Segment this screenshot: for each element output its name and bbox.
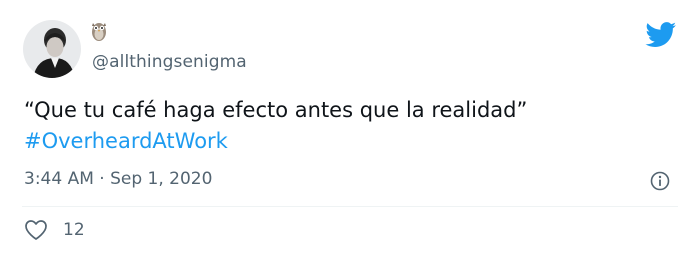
tweet-time: 3:44 AM [24,169,94,189]
tweet-text: “Que tu café haga efecto antes que la re… [24,95,664,157]
divider [22,206,678,207]
owl-emoji-icon [90,20,108,42]
separator: · [99,169,105,189]
timestamp[interactable]: 3:44 AM · Sep 1, 2020 [24,169,212,189]
tweet-date: Sep 1, 2020 [110,169,213,189]
tweet-text-line: “Que tu café haga efecto antes que la re… [24,98,528,122]
user-handle[interactable]: @allthingsenigma [92,52,247,72]
heart-icon[interactable] [24,219,48,241]
like-count: 12 [63,220,85,240]
info-icon[interactable] [650,171,670,191]
tweet-card: @allthingsenigma “Que tu café haga efect… [0,0,700,258]
hashtag-link[interactable]: #OverheardAtWork [24,126,664,157]
avatar[interactable] [23,20,81,78]
twitter-bird-icon[interactable] [645,22,677,48]
